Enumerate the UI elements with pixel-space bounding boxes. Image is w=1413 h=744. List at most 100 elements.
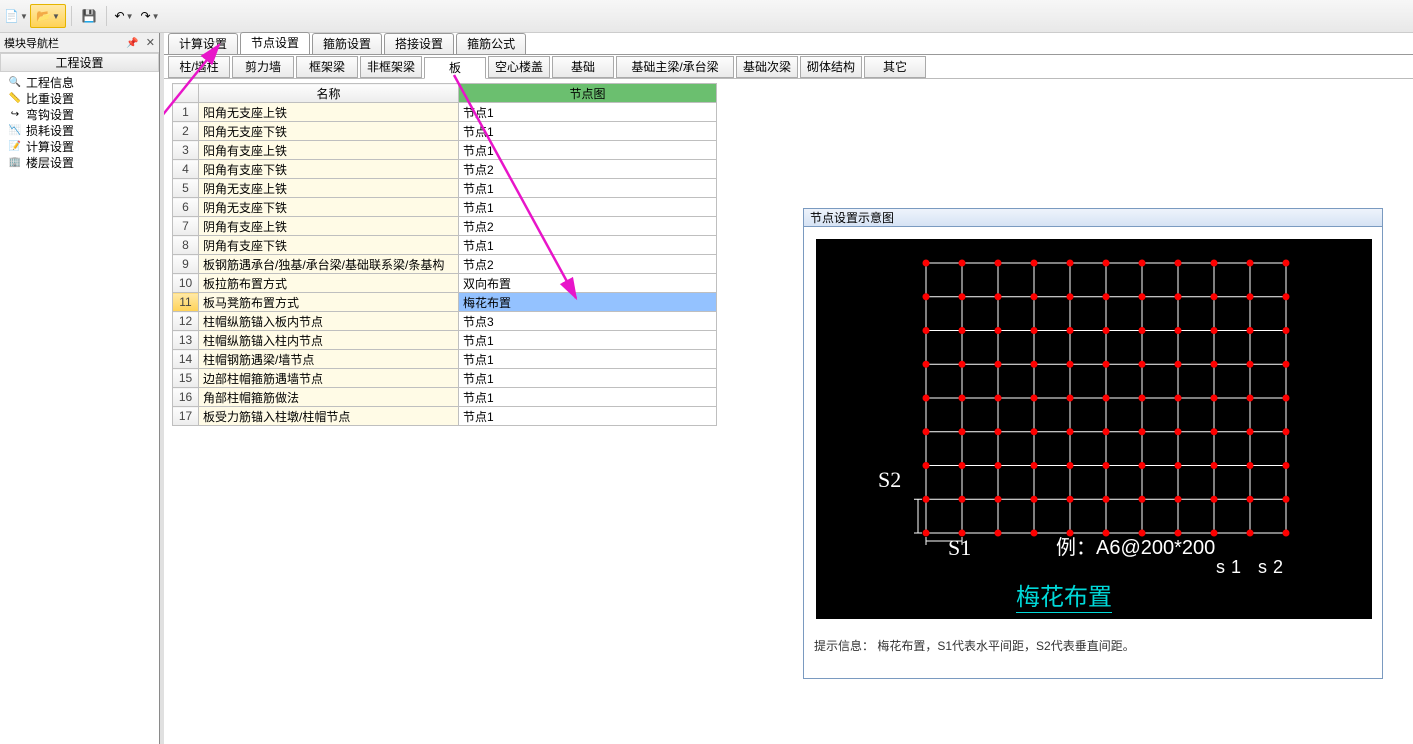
row-name-cell[interactable]: 阴角无支座上铁 xyxy=(199,179,459,198)
row-value-cell[interactable]: 节点1 xyxy=(459,198,717,217)
sub-tab[interactable]: 柱/墙柱 xyxy=(168,56,230,78)
row-name-cell[interactable]: 阳角无支座上铁 xyxy=(199,103,459,122)
row-value-cell[interactable]: 梅花布置 xyxy=(459,293,717,312)
row-number: 13 xyxy=(173,331,199,350)
sidebar-item-hook[interactable]: ↪弯钩设置 xyxy=(0,106,159,122)
table-row[interactable]: 16角部柱帽箍筋做法节点1 xyxy=(173,388,717,407)
table-row[interactable]: 9板钢筋遇承台/独基/承台梁/基础联系梁/条基构节点2 xyxy=(173,255,717,274)
sub-tab[interactable]: 板 xyxy=(424,57,486,79)
diagram-panel: 节点设置示意图 S2 S1 例：A6@200*200 s1 s2 梅花布置 提示… xyxy=(803,208,1383,679)
chevron-down-icon: ▼ xyxy=(52,12,60,21)
table-row[interactable]: 6阴角无支座下铁节点1 xyxy=(173,198,717,217)
row-value-cell[interactable]: 节点1 xyxy=(459,388,717,407)
new-button[interactable]: 📄▼ xyxy=(4,4,28,28)
sidebar-section-title[interactable]: 工程设置 xyxy=(0,53,159,72)
redo-button[interactable]: ↷▼ xyxy=(138,4,162,28)
row-name-cell[interactable]: 角部柱帽箍筋做法 xyxy=(199,388,459,407)
table-row[interactable]: 11板马凳筋布置方式梅花布置 xyxy=(173,293,717,312)
undo-icon: ↶ xyxy=(115,9,125,23)
table-row[interactable]: 15边部柱帽箍筋遇墙节点节点1 xyxy=(173,369,717,388)
row-name-cell[interactable]: 阳角有支座上铁 xyxy=(199,141,459,160)
settings-table: 名称 节点图 1阳角无支座上铁节点12阳角无支座下铁节点13阳角有支座上铁节点1… xyxy=(172,83,717,426)
row-value-cell[interactable]: 节点1 xyxy=(459,179,717,198)
row-name-cell[interactable]: 阴角有支座上铁 xyxy=(199,217,459,236)
row-name-cell[interactable]: 柱帽钢筋遇梁/墙节点 xyxy=(199,350,459,369)
row-number: 2 xyxy=(173,122,199,141)
row-number: 15 xyxy=(173,369,199,388)
close-icon[interactable]: ✕ xyxy=(146,37,155,49)
table-row[interactable]: 12柱帽纵筋锚入板内节点节点3 xyxy=(173,312,717,331)
sub-tab[interactable]: 基础 xyxy=(552,56,614,78)
sub-tab[interactable]: 空心楼盖 xyxy=(488,56,550,78)
sub-tab[interactable]: 基础主梁/承台梁 xyxy=(616,56,734,78)
pin-icon[interactable]: 📌 xyxy=(126,38,138,49)
table-row[interactable]: 5阴角无支座上铁节点1 xyxy=(173,179,717,198)
table-row[interactable]: 7阴角有支座上铁节点2 xyxy=(173,217,717,236)
sidebar-panel-title: 模块导航栏 📌 ✕ xyxy=(0,33,159,53)
table-row[interactable]: 14柱帽钢筋遇梁/墙节点节点1 xyxy=(173,350,717,369)
table-header-node[interactable]: 节点图 xyxy=(459,84,717,103)
diagram-grid xyxy=(926,263,1286,533)
row-name-cell[interactable]: 板钢筋遇承台/独基/承台梁/基础联系梁/条基构 xyxy=(199,255,459,274)
sub-tab[interactable]: 其它 xyxy=(864,56,926,78)
floor-icon: 🏢 xyxy=(8,155,22,169)
sidebar-item-label: 比重设置 xyxy=(26,90,74,107)
row-value-cell[interactable]: 节点1 xyxy=(459,141,717,160)
row-value-cell[interactable]: 节点2 xyxy=(459,255,717,274)
row-name-cell[interactable]: 阴角无支座下铁 xyxy=(199,198,459,217)
sub-tab[interactable]: 剪力墙 xyxy=(232,56,294,78)
row-value-cell[interactable]: 节点1 xyxy=(459,350,717,369)
row-name-cell[interactable]: 板马凳筋布置方式 xyxy=(199,293,459,312)
table-row[interactable]: 4阳角有支座下铁节点2 xyxy=(173,160,717,179)
sub-tab[interactable]: 框架梁 xyxy=(296,56,358,78)
table-row[interactable]: 1阳角无支座上铁节点1 xyxy=(173,103,717,122)
diagram-canvas: S2 S1 例：A6@200*200 s1 s2 梅花布置 xyxy=(816,239,1372,619)
row-name-cell[interactable]: 边部柱帽箍筋遇墙节点 xyxy=(199,369,459,388)
main-tab[interactable]: 计算设置 xyxy=(168,33,238,54)
row-value-cell[interactable]: 节点1 xyxy=(459,369,717,388)
sidebar-item-loss[interactable]: 📉损耗设置 xyxy=(0,122,159,138)
sidebar-item-project-info[interactable]: 🔍工程信息 xyxy=(0,74,159,90)
row-value-cell[interactable]: 节点2 xyxy=(459,217,717,236)
top-toolbar: 📄▼ 📂▼ 💾 ↶▼ ↷▼ xyxy=(0,0,1413,33)
row-name-cell[interactable]: 阳角有支座下铁 xyxy=(199,160,459,179)
row-value-cell[interactable]: 节点1 xyxy=(459,103,717,122)
table-row[interactable]: 8阴角有支座下铁节点1 xyxy=(173,236,717,255)
row-name-cell[interactable]: 板拉筋布置方式 xyxy=(199,274,459,293)
table-row[interactable]: 10板拉筋布置方式双向布置 xyxy=(173,274,717,293)
row-value-cell[interactable]: 节点3 xyxy=(459,312,717,331)
sub-tab[interactable]: 非框架梁 xyxy=(360,56,422,78)
table-row[interactable]: 2阳角无支座下铁节点1 xyxy=(173,122,717,141)
row-name-cell[interactable]: 柱帽纵筋锚入柱内节点 xyxy=(199,331,459,350)
main-tab[interactable]: 搭接设置 xyxy=(384,33,454,54)
row-name-cell[interactable]: 板受力筋锚入柱墩/柱帽节点 xyxy=(199,407,459,426)
row-number: 6 xyxy=(173,198,199,217)
sidebar-item-calc[interactable]: 📝计算设置 xyxy=(0,138,159,154)
table-header-name[interactable]: 名称 xyxy=(199,84,459,103)
row-value-cell[interactable]: 节点2 xyxy=(459,160,717,179)
sub-tab-row: 柱/墙柱剪力墙框架梁非框架梁板空心楼盖基础基础主梁/承台梁基础次梁砌体结构其它 xyxy=(164,55,1413,79)
undo-button[interactable]: ↶▼ xyxy=(112,4,136,28)
row-value-cell[interactable]: 双向布置 xyxy=(459,274,717,293)
main-tab[interactable]: 箍筋公式 xyxy=(456,33,526,54)
row-value-cell[interactable]: 节点1 xyxy=(459,122,717,141)
open-button[interactable]: 📂▼ xyxy=(30,4,66,28)
row-name-cell[interactable]: 阴角有支座下铁 xyxy=(199,236,459,255)
main-tab[interactable]: 箍筋设置 xyxy=(312,33,382,54)
row-value-cell[interactable]: 节点1 xyxy=(459,236,717,255)
row-value-cell[interactable]: 节点1 xyxy=(459,331,717,350)
row-value-cell[interactable]: 节点1 xyxy=(459,407,717,426)
table-row[interactable]: 17板受力筋锚入柱墩/柱帽节点节点1 xyxy=(173,407,717,426)
sub-tab[interactable]: 基础次梁 xyxy=(736,56,798,78)
sidebar-item-floor[interactable]: 🏢楼层设置 xyxy=(0,154,159,170)
main-tab[interactable]: 节点设置 xyxy=(240,32,310,54)
sub-tab[interactable]: 砌体结构 xyxy=(800,56,862,78)
row-number: 12 xyxy=(173,312,199,331)
row-name-cell[interactable]: 柱帽纵筋锚入板内节点 xyxy=(199,312,459,331)
sidebar-item-weight[interactable]: 📏比重设置 xyxy=(0,90,159,106)
table-row[interactable]: 3阳角有支座上铁节点1 xyxy=(173,141,717,160)
row-name-cell[interactable]: 阳角无支座下铁 xyxy=(199,122,459,141)
save-button[interactable]: 💾 xyxy=(77,4,101,28)
diagram-example-sub: s1 s2 xyxy=(1216,557,1289,578)
table-row[interactable]: 13柱帽纵筋锚入柱内节点节点1 xyxy=(173,331,717,350)
